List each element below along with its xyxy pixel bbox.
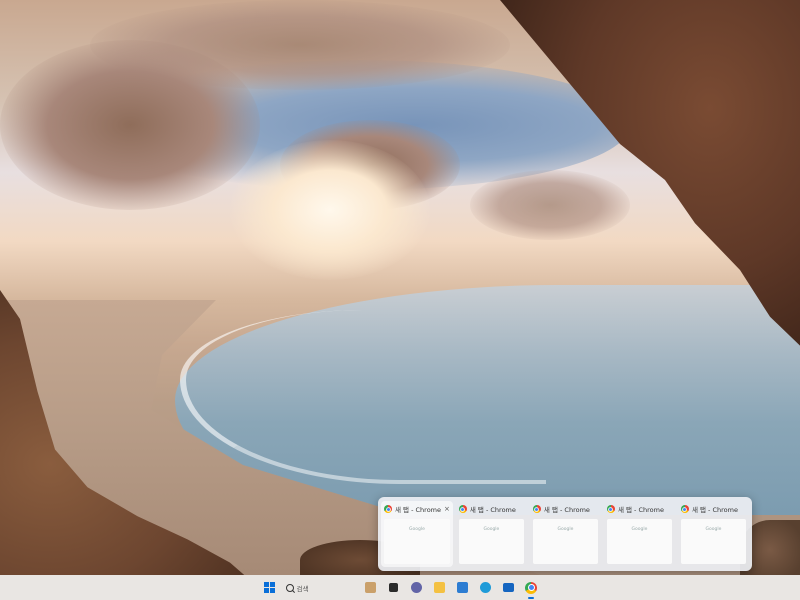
edge-icon <box>479 582 491 593</box>
page-label: Google <box>483 527 500 532</box>
window-thumbnail[interactable]: 새 탭 - Chrome × Google <box>381 501 453 567</box>
page-label: Google <box>631 527 648 532</box>
desktop-wallpaper <box>0 0 800 575</box>
thumbnail-header: 새 탭 - Chrome <box>530 501 601 517</box>
thumbnail-page: Google <box>458 519 524 564</box>
window-title: 새 탭 - Chrome <box>617 506 664 514</box>
cloud <box>90 0 510 90</box>
store-icon <box>456 582 468 593</box>
chrome-icon <box>606 505 615 513</box>
thumbnail-header: 새 탭 - Chrome <box>678 501 749 517</box>
chrome-taskbar-preview: 새 탭 - Chrome × Google 새 탭 - Chrome Googl… <box>378 497 752 571</box>
window-title: 새 탭 - Chrome <box>395 506 441 514</box>
window-title: 새 탭 - Chrome <box>691 506 738 514</box>
chat-button[interactable] <box>405 577 427 599</box>
window-thumbnail[interactable]: 새 탭 - Chrome Google <box>678 501 749 567</box>
thumbnail-header: 새 탭 - Chrome × <box>381 501 453 517</box>
file-explorer-button[interactable] <box>428 577 450 599</box>
chrome-icon <box>525 581 537 594</box>
windows-logo-icon <box>263 582 275 593</box>
task-view-icon <box>388 583 398 592</box>
mail-button[interactable] <box>497 577 519 599</box>
thumbnail-page: Google <box>680 519 746 564</box>
taskbar-search[interactable]: 검색 <box>281 579 359 597</box>
search-placeholder: 검색 <box>296 584 309 593</box>
chrome-icon <box>384 505 392 513</box>
widgets-button[interactable] <box>359 577 381 599</box>
window-thumbnail[interactable]: 새 탭 - Chrome Google <box>456 501 527 567</box>
chrome-icon <box>532 505 541 513</box>
thumbnail-header: 새 탭 - Chrome <box>604 501 675 517</box>
taskbar: 검색 <box>0 575 800 600</box>
window-title: 새 탭 - Chrome <box>469 506 516 514</box>
sun <box>230 140 430 280</box>
chrome-icon <box>680 505 689 513</box>
window-thumbnail[interactable]: 새 탭 - Chrome Google <box>530 501 601 567</box>
edge-button[interactable] <box>474 577 496 599</box>
store-button[interactable] <box>451 577 473 599</box>
mail-icon <box>502 583 514 592</box>
start-button[interactable] <box>258 577 280 599</box>
close-icon[interactable]: × <box>444 505 450 513</box>
page-label: Google <box>705 527 722 532</box>
page-label: Google <box>557 527 574 532</box>
window-title: 새 탭 - Chrome <box>543 506 590 514</box>
chrome-button[interactable] <box>520 577 542 599</box>
window-thumbnail[interactable]: 새 탭 - Chrome Google <box>604 501 675 567</box>
chat-icon <box>410 582 422 593</box>
chrome-icon <box>458 505 467 513</box>
thumbnail-page: Google <box>606 519 672 564</box>
search-icon <box>285 583 294 592</box>
thumbnail-header: 새 탭 - Chrome <box>456 501 527 517</box>
thumbnail-page: Google <box>532 519 598 564</box>
thumbnail-page: Google <box>384 519 450 564</box>
page-label: Google <box>409 527 425 532</box>
widgets-icon <box>364 582 376 593</box>
cloud <box>470 170 630 240</box>
file-explorer-icon <box>433 582 445 593</box>
task-view-button[interactable] <box>382 577 404 599</box>
